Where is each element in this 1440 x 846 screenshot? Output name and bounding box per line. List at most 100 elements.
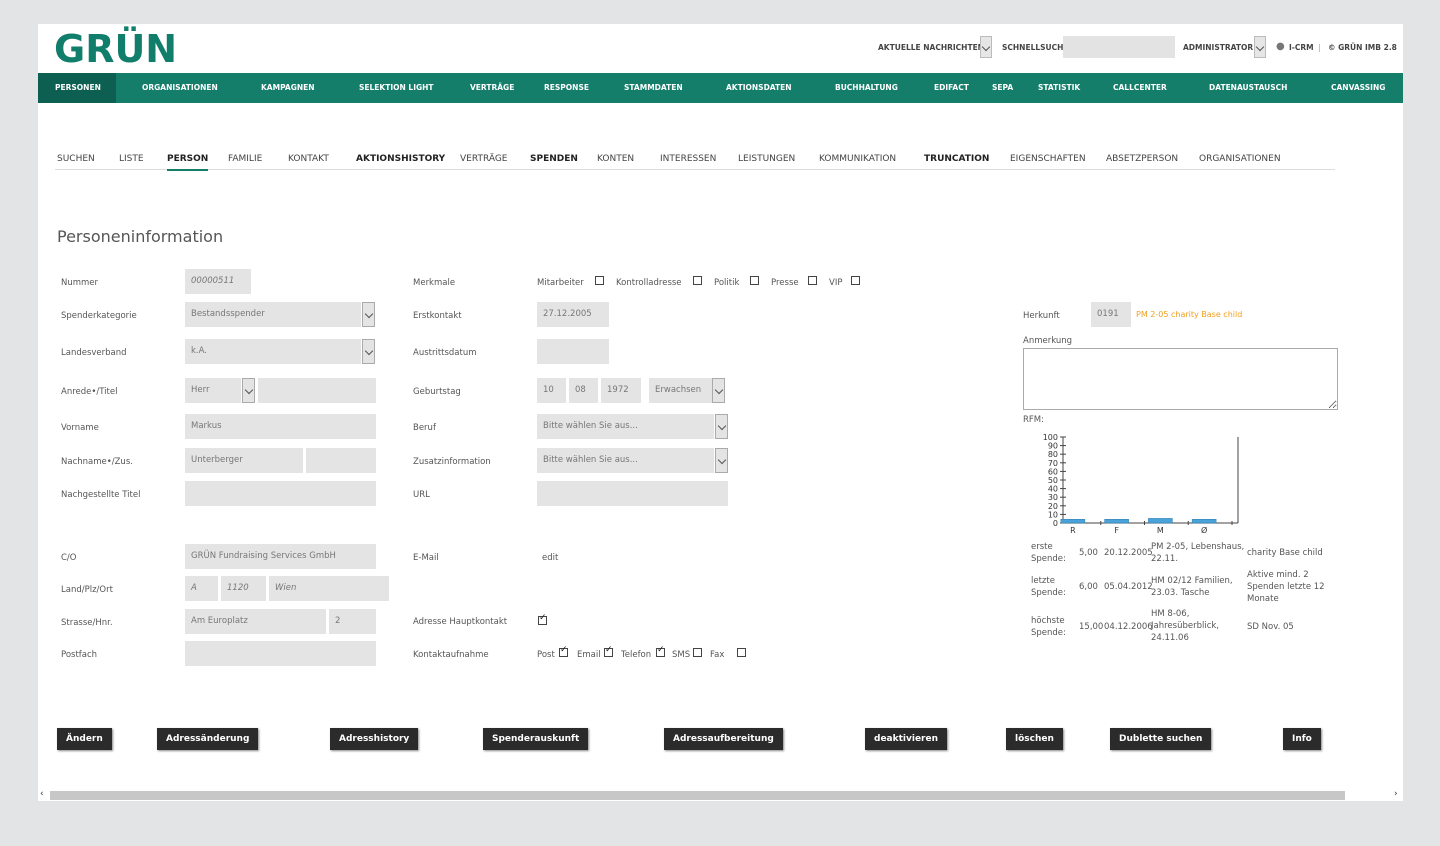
geb-monat-field[interactable]: 08 <box>569 378 598 403</box>
chevron-down-icon[interactable] <box>362 302 375 327</box>
nav-kampagnen[interactable]: KAMPAGNEN <box>261 73 315 103</box>
tab-eigenschaften[interactable]: EIGENSCHAFTEN <box>1010 154 1086 164</box>
tab-truncation[interactable]: TRUNCATION <box>924 154 989 164</box>
zusatzinfo-select[interactable]: Bitte wählen Sie aus... <box>537 448 714 473</box>
hnr-field[interactable]: 2 <box>329 609 376 634</box>
nav-vertraege[interactable]: VERTRÄGE <box>470 73 514 103</box>
tab-vertraege[interactable]: VERTRÄGE <box>460 154 508 164</box>
user-dropdown[interactable] <box>1254 36 1266 58</box>
nav-statistik[interactable]: STATISTIK <box>1038 73 1080 103</box>
tab-aktionshistory[interactable]: AKTIONSHISTORY <box>356 154 445 164</box>
loeschen-button[interactable]: löschen <box>1006 728 1063 750</box>
nav-aktionsdaten[interactable]: AKTIONSDATEN <box>726 73 792 103</box>
erstkontakt-field[interactable]: 27.12.2005 <box>537 302 609 327</box>
deaktivieren-button[interactable]: deaktivieren <box>865 728 947 750</box>
kontakt-post-checkbox[interactable] <box>559 645 568 657</box>
url-field[interactable] <box>537 481 728 506</box>
tab-spenden[interactable]: SPENDEN <box>530 154 578 164</box>
adressaenderung-button[interactable]: Adressänderung <box>157 728 259 750</box>
tab-person[interactable]: PERSON <box>167 154 209 171</box>
y-tick-label: 0 <box>1053 519 1058 528</box>
co-field[interactable]: GRÜN Fundraising Services GmbH <box>185 544 376 569</box>
quicksearch-input[interactable] <box>1063 36 1175 58</box>
austritt-field[interactable] <box>537 339 609 364</box>
kontakt-sms-checkbox[interactable] <box>693 648 702 657</box>
tab-familie[interactable]: FAMILIE <box>228 154 262 164</box>
chevron-down-icon[interactable] <box>242 378 255 403</box>
anmerkung-textarea[interactable] <box>1023 348 1338 410</box>
user-menu[interactable]: ADMINISTRATOR <box>1183 43 1253 52</box>
geb-tag-field[interactable]: 10 <box>537 378 566 403</box>
scroll-left-icon[interactable]: ‹ <box>40 789 44 799</box>
adresshistory-button[interactable]: Adresshistory <box>330 728 419 750</box>
tab-konten[interactable]: KONTEN <box>597 154 634 164</box>
nav-stammdaten[interactable]: STAMMDATEN <box>624 73 683 103</box>
news-link[interactable]: AKTUELLE NACHRICHTEN <box>878 43 984 52</box>
dublette-suchen-button[interactable]: Dublette suchen <box>1110 728 1212 750</box>
nav-canvassing[interactable]: CANVASSING <box>1331 73 1385 103</box>
header-separator: | <box>1318 43 1321 52</box>
nav-callcenter[interactable]: CALLCENTER <box>1113 73 1167 103</box>
postfach-field[interactable] <box>185 641 376 666</box>
nav-personen[interactable]: PERSONEN <box>38 73 116 103</box>
kontakt-email-checkbox[interactable] <box>604 645 613 657</box>
news-dropdown[interactable] <box>980 36 992 58</box>
titel-field[interactable] <box>258 378 376 403</box>
plz-field[interactable]: 1120 <box>221 576 266 601</box>
strasse-field[interactable]: Am Europlatz <box>185 609 326 634</box>
stat-erste-note: charity Base child <box>1247 548 1323 558</box>
spenderauskunft-button[interactable]: Spenderauskunft <box>483 728 589 750</box>
chevron-down-icon[interactable] <box>715 414 728 439</box>
info-button[interactable]: Info <box>1283 728 1321 750</box>
herkunft-code-field[interactable]: 0191 <box>1091 302 1131 327</box>
nav-response[interactable]: RESPONSE <box>544 73 589 103</box>
email-edit-link[interactable]: edit <box>542 553 558 563</box>
ort-field[interactable]: Wien <box>269 576 389 601</box>
altersgruppe-select[interactable]: Erwachsen <box>649 378 712 403</box>
kontakt-fax-checkbox[interactable] <box>737 648 746 657</box>
tab-kontakt[interactable]: KONTAKT <box>288 154 329 164</box>
icrm-link[interactable]: I-CRM <box>1289 43 1314 52</box>
nav-edifact[interactable]: EDIFACT <box>934 73 969 103</box>
nav-datenaustausch[interactable]: DATENAUSTAUSCH <box>1209 73 1287 103</box>
nav-buchhaltung[interactable]: BUCHHALTUNG <box>835 73 898 103</box>
kontakt-telefon-checkbox[interactable] <box>656 645 665 657</box>
merkmal-kontrolladresse-checkbox[interactable] <box>693 276 702 285</box>
nav-sepa[interactable]: SEPA <box>992 73 1013 103</box>
merkmal-vip-checkbox[interactable] <box>851 276 860 285</box>
geb-jahr-field[interactable]: 1972 <box>601 378 641 403</box>
merkmal-presse-checkbox[interactable] <box>808 276 817 285</box>
horizontal-scrollbar[interactable]: ‹ › <box>38 789 1403 801</box>
chevron-down-icon[interactable] <box>362 339 375 364</box>
adressaufbereitung-button[interactable]: Adressaufbereitung <box>664 728 783 750</box>
anrede-select[interactable]: Herr <box>185 378 241 403</box>
tab-leistungen[interactable]: LEISTUNGEN <box>738 154 795 164</box>
scroll-right-icon[interactable]: › <box>1394 789 1398 799</box>
tab-absetzperson[interactable]: ABSETZPERSON <box>1106 154 1178 164</box>
hauptkontakt-checkbox[interactable] <box>538 613 547 625</box>
tab-liste[interactable]: LISTE <box>119 154 144 164</box>
scroll-thumb[interactable] <box>50 791 1345 800</box>
nav-organisationen[interactable]: ORGANISATIONEN <box>142 73 218 103</box>
spenderkategorie-select[interactable]: Bestandsspender <box>185 302 361 327</box>
tab-kommunikation[interactable]: KOMMUNIKATION <box>819 154 896 164</box>
tab-organisationen[interactable]: ORGANISATIONEN <box>1199 154 1281 164</box>
nummer-field: 00000511 <box>185 269 251 294</box>
chevron-down-icon[interactable] <box>712 378 725 403</box>
vorname-label: Vorname <box>61 423 99 433</box>
merkmal-mitarbeiter-checkbox[interactable] <box>595 276 604 285</box>
merkmal-politik-checkbox[interactable] <box>750 276 759 285</box>
chevron-down-icon[interactable] <box>715 448 728 473</box>
vorname-field[interactable]: Markus <box>185 414 376 439</box>
aendern-button[interactable]: Ändern <box>57 728 112 750</box>
tab-interessen[interactable]: INTERESSEN <box>660 154 716 164</box>
nav-selektion-light[interactable]: SELEKTION LIGHT <box>359 73 434 103</box>
tab-suchen[interactable]: SUCHEN <box>57 154 95 164</box>
beruf-select[interactable]: Bitte wählen Sie aus... <box>537 414 714 439</box>
landesverband-select[interactable]: k.A. <box>185 339 361 364</box>
kontakt-telefon-label: Telefon <box>621 650 652 660</box>
nachgestellt-field[interactable] <box>185 481 376 506</box>
nachname-field[interactable]: Unterberger <box>185 448 303 473</box>
zusatz-field[interactable] <box>306 448 376 473</box>
land-field[interactable]: A <box>185 576 218 601</box>
